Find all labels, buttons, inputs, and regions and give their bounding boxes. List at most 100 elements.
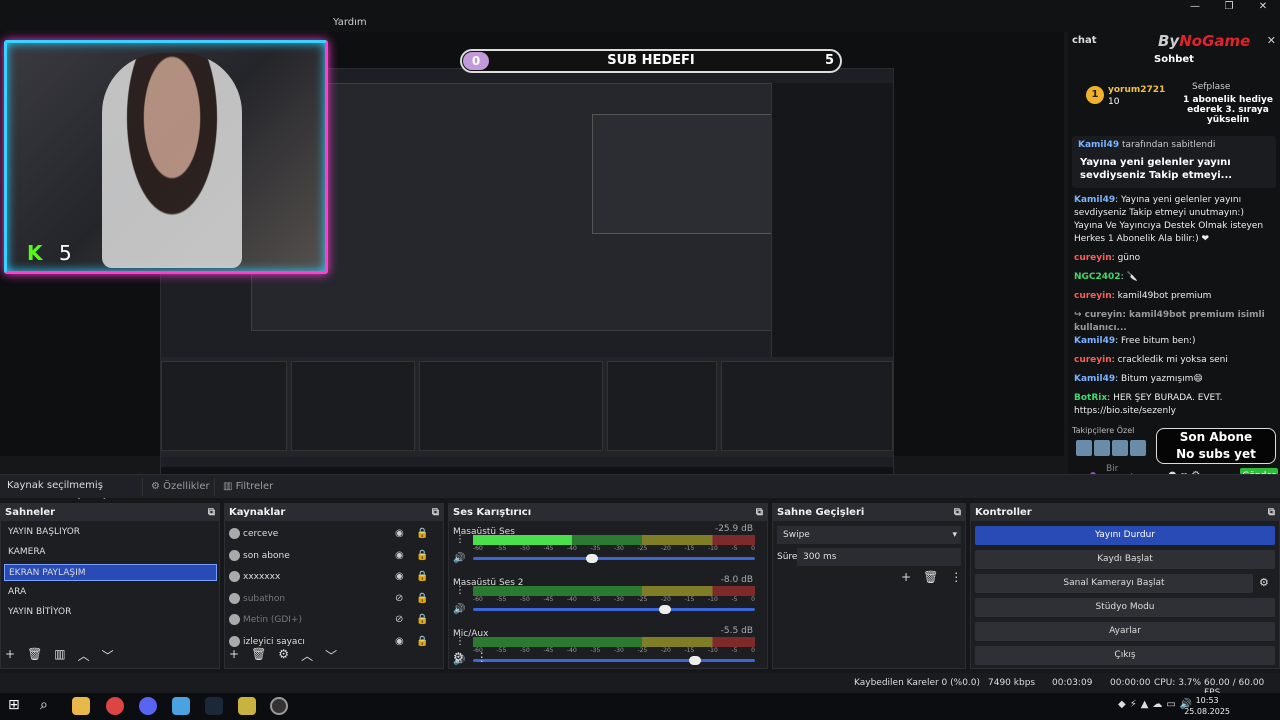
chat-username[interactable]: cureyin (1074, 355, 1112, 365)
up-icon[interactable]: ︿ (301, 647, 313, 664)
dock-popout-icon[interactable]: ⧉ (954, 504, 961, 521)
system-clock[interactable]: 10:53 25.08.2025 (1184, 695, 1230, 717)
close-button[interactable]: ✕ (1246, 0, 1280, 14)
exit-button[interactable]: Çıkış (975, 646, 1275, 665)
eye-icon[interactable]: ◉ (395, 547, 404, 565)
chat-message[interactable]: Kamil49: Bitum yazmışım😄 (1074, 373, 1274, 386)
chrome-icon[interactable] (106, 697, 124, 715)
trash-icon[interactable]: 🗑 (923, 570, 938, 584)
eye-icon[interactable]: ◉ (395, 525, 404, 543)
menu-help[interactable]: Yardım (333, 17, 367, 28)
scene-item-selected[interactable]: EKRAN PAYLAŞIM (4, 564, 217, 581)
scene-item[interactable]: YAYIN BAŞLIYOR (4, 524, 218, 541)
chat-username[interactable]: Kamil49 (1074, 336, 1115, 346)
source-row[interactable]: Metin (GDI+) ⊘ 🔒 (229, 611, 441, 629)
lock-icon[interactable]: 🔒 (416, 547, 428, 565)
source-row[interactable]: xxxxxxx ◉ 🔒 (229, 568, 441, 586)
more-icon[interactable]: ⋮ (476, 650, 488, 664)
trash-icon[interactable]: 🗑 (251, 647, 266, 664)
scene-item[interactable]: YAYIN BİTİYOR (4, 604, 218, 621)
start-virtual-camera-button[interactable]: Sanal Kamerayı Başlat (975, 574, 1253, 593)
source-row[interactable]: cerceve ◉ 🔒 (229, 525, 441, 543)
volume-slider[interactable] (473, 605, 755, 614)
chat-username[interactable]: ↪ cureyin: kamil49bot premium isimli kul… (1074, 310, 1265, 333)
stop-stream-button[interactable]: Yayını Durdur (975, 526, 1275, 545)
chat-username[interactable]: Kamil49 (1074, 374, 1115, 384)
filters-button[interactable]: ▥ Filtreler (214, 478, 281, 496)
pinned-message[interactable]: Kamil49 tarafından sabitlendi Yayına yen… (1072, 136, 1276, 188)
eye-icon[interactable]: ◉ (395, 568, 404, 586)
slider-knob[interactable] (659, 605, 672, 614)
chat-message[interactable]: Kamil49: Free bitum ben:) (1074, 335, 1274, 348)
lock-icon[interactable]: 🔒 (416, 525, 428, 543)
scene-item[interactable]: ARA (4, 584, 218, 601)
lock-icon[interactable]: 🔒 (416, 590, 428, 608)
chat-username[interactable]: Kamil49 (1074, 195, 1115, 205)
chat-username[interactable]: cureyin (1074, 253, 1112, 263)
volume-slider[interactable] (473, 554, 755, 563)
down-icon[interactable]: ﹀ (102, 647, 114, 664)
gear-icon[interactable]: ⚙ (1259, 576, 1269, 589)
folder-icon[interactable] (72, 697, 90, 715)
lock-icon[interactable]: 🔒 (416, 633, 428, 651)
discord-icon[interactable] (139, 697, 157, 715)
chat-reply-context[interactable]: ↪ cureyin: kamil49bot premium isimli kul… (1074, 309, 1274, 335)
source-row[interactable]: subathon ⊘ 🔒 (229, 590, 441, 608)
chat-message[interactable]: cureyin: güno (1074, 252, 1274, 265)
app-icon[interactable] (238, 697, 256, 715)
chat-message[interactable]: NGC2402: 🔪 (1074, 271, 1274, 284)
add-icon[interactable]: + (229, 647, 239, 664)
chat-close-icon[interactable]: ✕ (1267, 34, 1276, 47)
more-icon[interactable]: ⋮ (455, 585, 465, 596)
steam-icon[interactable] (205, 697, 223, 715)
eye-hidden-icon[interactable]: ⊘ (395, 590, 403, 608)
search-icon[interactable]: ⌕ (40, 697, 58, 715)
up-icon[interactable]: ︿ (78, 647, 90, 664)
studio-mode-button[interactable]: Stüdyo Modu (975, 598, 1275, 617)
chat-message[interactable]: Kamil49: Yayına yeni gelenler yayını sev… (1074, 194, 1274, 246)
add-icon[interactable]: + (901, 570, 911, 584)
properties-button[interactable]: ⚙ Özellikler (142, 478, 218, 496)
slider-knob[interactable] (586, 554, 599, 563)
more-icon[interactable]: ⋮ (455, 534, 465, 545)
down-icon[interactable]: ﹀ (325, 647, 337, 664)
eye-hidden-icon[interactable]: ⊘ (395, 611, 403, 629)
start-recording-button[interactable]: Kaydı Başlat (975, 550, 1275, 569)
chat-username[interactable]: cureyin (1074, 291, 1112, 301)
emote-strip[interactable] (1076, 440, 1146, 456)
add-icon[interactable]: + (5, 647, 15, 664)
more-icon[interactable]: ⋮ (950, 570, 962, 584)
chat-username[interactable]: NGC2402 (1074, 272, 1121, 282)
obs-icon[interactable] (270, 697, 288, 715)
settings-button[interactable]: Ayarlar (975, 622, 1275, 641)
lock-icon[interactable]: 🔒 (416, 568, 428, 586)
slider-knob[interactable] (689, 656, 701, 665)
minimize-button[interactable]: — (1178, 0, 1212, 14)
dock-popout-icon[interactable]: ⧉ (208, 504, 215, 521)
trash-icon[interactable]: 🗑 (27, 647, 42, 664)
windows-start-icon[interactable]: ⊞ (8, 697, 26, 715)
preview-canvas[interactable]: K 5 0 SUB HEDEFI 5 57% Pencereye Boyutla… (0, 32, 1064, 500)
scene-item[interactable]: KAMERA (4, 544, 218, 561)
gear-icon[interactable]: ⚙ (278, 647, 289, 664)
dock-popout-icon[interactable]: ⧉ (1268, 504, 1275, 521)
maximize-button[interactable]: ❐ (1212, 0, 1246, 14)
transition-select[interactable]: Swipe ▾ (777, 526, 961, 544)
app-icon[interactable] (172, 697, 190, 715)
dock-popout-icon[interactable]: ⧉ (432, 504, 439, 521)
more-icon[interactable]: ⋮ (455, 636, 465, 647)
chat-message[interactable]: cureyin: kamil49bot premium (1074, 290, 1274, 303)
duration-input[interactable]: 300 ms (797, 548, 961, 566)
dock-popout-icon[interactable]: ⧉ (756, 504, 763, 521)
chat-message[interactable]: BotRix: HER ŞEY BURADA. EVET. https://bi… (1074, 392, 1274, 418)
chat-message[interactable]: cureyin: crackledik mi yoksa seni (1074, 354, 1274, 367)
source-row[interactable]: son abone ◉ 🔒 (229, 547, 441, 565)
gear-icon[interactable]: ⚙ (453, 650, 464, 664)
speaker-icon[interactable]: 🔊 (453, 553, 465, 564)
speaker-icon[interactable]: 🔊 (453, 604, 465, 615)
chat-username[interactable]: BotRix (1074, 393, 1107, 403)
volume-slider[interactable] (473, 656, 755, 665)
lock-icon[interactable]: 🔒 (416, 611, 428, 629)
filter-icon[interactable]: ▥ (54, 647, 65, 664)
eye-icon[interactable]: ◉ (395, 633, 404, 651)
